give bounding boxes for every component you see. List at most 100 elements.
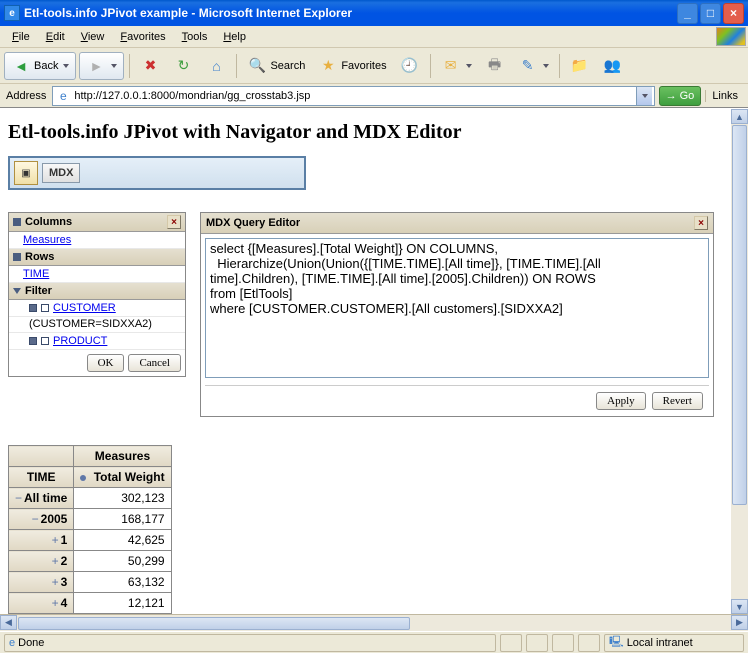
data-cell: 12,121 xyxy=(74,593,171,614)
mail-button[interactable]: ✉ xyxy=(436,52,477,80)
expand-icon[interactable]: + xyxy=(52,533,59,547)
go-button[interactable]: → Go xyxy=(659,86,702,106)
columns-marker-icon xyxy=(13,218,21,226)
refresh-button[interactable]: ↻ xyxy=(168,52,198,80)
favorites-label: Favorites xyxy=(341,60,386,72)
links-label[interactable]: Links xyxy=(705,90,744,102)
home-button[interactable]: ⌂ xyxy=(201,52,231,80)
menu-view[interactable]: View xyxy=(73,29,113,45)
measures-link[interactable]: Measures xyxy=(23,234,71,246)
back-button[interactable]: ◄ Back xyxy=(4,52,76,80)
scroll-right-icon[interactable]: ▶ xyxy=(731,615,748,630)
expand-icon[interactable]: + xyxy=(52,554,59,568)
page-icon: e xyxy=(9,637,15,649)
measures-column-header: Measures xyxy=(74,446,171,467)
menu-tools[interactable]: Tools xyxy=(174,29,216,45)
row-month-2[interactable]: +2 xyxy=(9,551,74,572)
menu-favorites[interactable]: Favorites xyxy=(112,29,173,45)
navigator-toggle-button[interactable]: ▣ xyxy=(14,161,38,185)
collapse-icon[interactable]: − xyxy=(15,491,22,505)
mdx-revert-button[interactable]: Revert xyxy=(652,392,703,410)
search-icon: 🔍 xyxy=(247,56,267,76)
row-month-1[interactable]: +1 xyxy=(9,530,74,551)
mdx-editor-close-button[interactable]: × xyxy=(694,216,708,230)
navigator-ok-button[interactable]: OK xyxy=(87,354,125,372)
mdx-editor-panel: MDX Query Editor × Apply Revert xyxy=(200,212,714,417)
time-link[interactable]: TIME xyxy=(23,268,49,280)
scroll-thumb[interactable] xyxy=(18,617,410,630)
browser-toolbar: ◄ Back ► ✖ ↻ ⌂ 🔍 Search ★ Favorites 🕘 ✉ … xyxy=(0,48,748,84)
move-icon[interactable] xyxy=(29,304,37,312)
menu-file[interactable]: File xyxy=(4,29,38,45)
maximize-button[interactable]: □ xyxy=(700,3,721,24)
address-input[interactable]: e http://127.0.0.1:8000/mondrian/gg_cros… xyxy=(52,86,654,106)
edit-button[interactable]: ✎ xyxy=(513,52,554,80)
scroll-left-icon[interactable]: ◀ xyxy=(0,615,17,630)
mdx-query-textarea[interactable] xyxy=(205,238,709,378)
row-month-4[interactable]: +4 xyxy=(9,593,74,614)
horizontal-scrollbar[interactable]: ◀ ▶ xyxy=(0,614,748,631)
customer-filter-detail: (CUSTOMER=SIDXXA2) xyxy=(9,317,185,333)
edit-dropdown-icon xyxy=(543,64,549,68)
scroll-track[interactable] xyxy=(17,615,731,631)
close-button[interactable]: × xyxy=(723,3,744,24)
navigator-cancel-button[interactable]: Cancel xyxy=(128,354,181,372)
move-icon[interactable] xyxy=(29,337,37,345)
minimize-button[interactable]: _ xyxy=(677,3,698,24)
search-label: Search xyxy=(270,60,305,72)
row-month-3[interactable]: +3 xyxy=(9,572,74,593)
back-label: Back xyxy=(34,60,58,72)
move-icon[interactable] xyxy=(41,337,49,345)
status-cell xyxy=(552,634,574,652)
favorites-button[interactable]: ★ Favorites xyxy=(313,52,391,80)
menu-help[interactable]: Help xyxy=(215,29,254,45)
forward-button[interactable]: ► xyxy=(79,52,124,80)
mdx-apply-button[interactable]: Apply xyxy=(596,392,646,410)
mdx-label: MDX xyxy=(49,167,73,179)
pivot-table: Measures TIME Total Weight −All time 302… xyxy=(8,445,172,614)
customer-link[interactable]: CUSTOMER xyxy=(53,302,116,314)
back-icon: ◄ xyxy=(11,56,31,76)
table-row: −All time 302,123 xyxy=(9,488,172,509)
expand-icon[interactable]: + xyxy=(52,596,59,610)
messenger-button[interactable]: 👥 xyxy=(598,52,628,80)
table-row: +2 50,299 xyxy=(9,551,172,572)
mail-dropdown-icon xyxy=(466,64,472,68)
favorites-icon: ★ xyxy=(318,56,338,76)
forward-dropdown-icon xyxy=(111,64,117,68)
scroll-thumb[interactable] xyxy=(732,125,747,505)
menu-bar: File Edit View Favorites Tools Help xyxy=(0,26,748,48)
move-icon[interactable] xyxy=(41,304,49,312)
columns-measures-row[interactable]: Measures xyxy=(9,232,185,249)
print-button[interactable]: 🖶 xyxy=(480,52,510,80)
filter-marker-icon xyxy=(13,288,21,294)
vertical-scrollbar[interactable]: ▲ ▼ xyxy=(731,109,748,614)
collapse-icon[interactable]: − xyxy=(32,512,39,526)
row-all-time[interactable]: −All time xyxy=(9,488,74,509)
history-button[interactable]: 🕘 xyxy=(395,52,425,80)
refresh-icon: ↻ xyxy=(173,56,193,76)
home-icon: ⌂ xyxy=(206,56,226,76)
page-title: Etl-tools.info JPivot with Navigator and… xyxy=(8,121,740,144)
expand-icon[interactable]: + xyxy=(52,575,59,589)
filter-customer-row[interactable]: CUSTOMER xyxy=(9,300,185,317)
data-cell: 50,299 xyxy=(74,551,171,572)
stop-button[interactable]: ✖ xyxy=(135,52,165,80)
columns-header: Columns × xyxy=(9,213,185,232)
rows-header-label: Rows xyxy=(25,251,54,263)
search-button[interactable]: 🔍 Search xyxy=(242,52,310,80)
address-dropdown-icon[interactable] xyxy=(636,87,652,105)
folder-icon: 📁 xyxy=(570,56,590,76)
address-url: http://127.0.0.1:8000/mondrian/gg_crosst… xyxy=(74,90,632,102)
product-link[interactable]: PRODUCT xyxy=(53,335,107,347)
filter-product-row[interactable]: PRODUCT xyxy=(9,333,185,350)
folder-button[interactable]: 📁 xyxy=(565,52,595,80)
navigator-close-button[interactable]: × xyxy=(167,215,181,229)
menu-edit[interactable]: Edit xyxy=(38,29,73,45)
rows-time-row[interactable]: TIME xyxy=(9,266,185,283)
row-2005[interactable]: −2005 xyxy=(9,509,74,530)
status-main-section: e Done xyxy=(4,634,496,652)
scroll-up-icon[interactable]: ▲ xyxy=(731,109,748,124)
mdx-toggle-button[interactable]: MDX xyxy=(42,163,80,183)
scroll-down-icon[interactable]: ▼ xyxy=(731,599,748,614)
